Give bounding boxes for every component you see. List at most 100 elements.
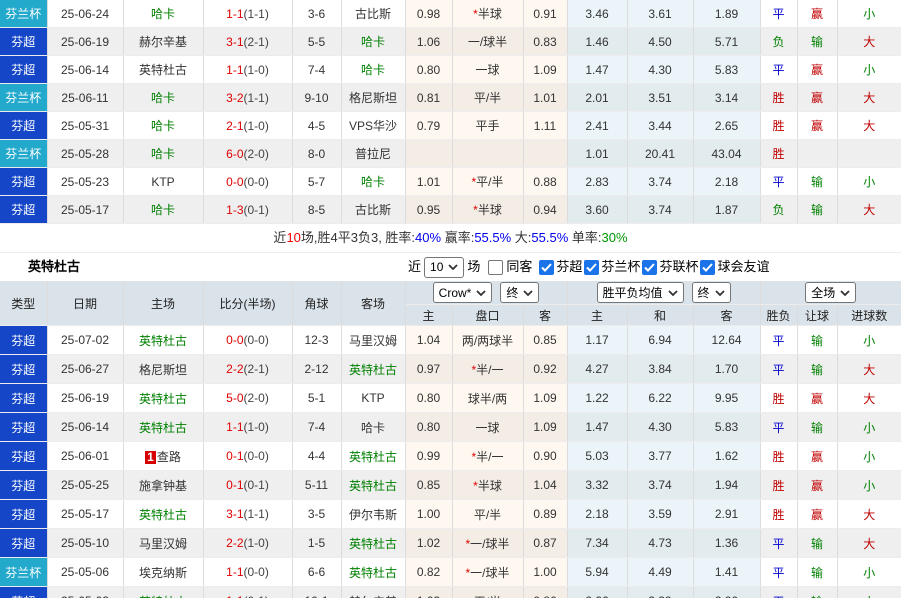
halftime-score: (1-0) xyxy=(244,63,269,77)
fulltime-score[interactable]: 6-0 xyxy=(226,147,243,161)
cell-asia-away-odds: 0.83 xyxy=(523,28,567,56)
fulltime-score[interactable]: 3-1 xyxy=(226,35,243,49)
fulltime-score[interactable]: 3-1 xyxy=(226,507,243,521)
away-team-name[interactable]: 英特杜古 xyxy=(349,479,397,493)
fulltime-score[interactable]: 2-1 xyxy=(226,119,243,133)
cell-asia-home-odds: 0.80 xyxy=(405,384,452,413)
away-team-name[interactable]: 哈卡 xyxy=(361,421,385,435)
cell-result: 胜 xyxy=(760,140,797,168)
corner-score: 5-5 xyxy=(308,35,325,49)
home-team-name[interactable]: 施拿钟基 xyxy=(139,479,187,493)
league-filter-checkbox[interactable] xyxy=(642,260,657,275)
home-team-name[interactable]: 查路 xyxy=(157,450,181,464)
check-icon xyxy=(586,263,597,272)
home-team-name[interactable]: 英特杜古 xyxy=(139,392,187,406)
away-team-name[interactable]: 英特杜古 xyxy=(349,363,397,377)
fulltime-score[interactable]: 0-1 xyxy=(226,478,243,492)
avg-stage-select[interactable]: 终 xyxy=(692,282,731,303)
halftime-score: (1-1) xyxy=(244,507,269,521)
home-team-name[interactable]: KTP xyxy=(151,175,174,189)
col-header-home: 主场 xyxy=(123,281,203,326)
home-team-name[interactable]: 英特杜古 xyxy=(139,508,187,522)
euro-home-odds: 4.27 xyxy=(585,362,608,376)
fulltime-score[interactable]: 1-1 xyxy=(226,7,243,21)
away-team-name[interactable]: 古比斯 xyxy=(355,7,391,21)
cell-handicap xyxy=(452,140,523,168)
handicap-name: 半/一 xyxy=(476,363,503,377)
away-team-name[interactable]: 古比斯 xyxy=(355,203,391,217)
home-team-name[interactable]: 哈卡 xyxy=(151,147,175,161)
odds-stage-select[interactable]: 终 xyxy=(500,282,539,303)
home-team-name[interactable]: 格尼斯坦 xyxy=(139,363,187,377)
away-team-name[interactable]: 哈卡 xyxy=(361,63,385,77)
away-team-name[interactable]: 英特杜古 xyxy=(349,537,397,551)
fulltime-score[interactable]: 0-1 xyxy=(226,449,243,463)
cell-handicap-result: 输 xyxy=(797,196,837,224)
league-filter-checkbox[interactable] xyxy=(700,260,715,275)
cell-away-team: 英特杜古 xyxy=(341,442,405,471)
cell-score: 2-2(1-0) xyxy=(203,529,292,558)
cell-euro-home-odds: 7.34 xyxy=(567,529,627,558)
cell-asia-home-odds: 0.81 xyxy=(405,84,452,112)
home-team-name[interactable]: 赫尔辛基 xyxy=(139,35,187,49)
home-team-name[interactable]: 马里汉姆 xyxy=(139,537,187,551)
euro-draw-odds: 3.74 xyxy=(648,478,671,492)
home-team-name[interactable]: 英特杜古 xyxy=(139,334,187,348)
col-header-euro-home: 主 xyxy=(567,305,627,326)
recent-count-select[interactable]: 10 xyxy=(424,257,464,278)
cell-asia-away-odds: 1.01 xyxy=(523,84,567,112)
away-team-name[interactable]: 赫尔辛基 xyxy=(349,595,397,598)
league-filter-checkbox[interactable] xyxy=(539,260,554,275)
fulltime-score[interactable]: 2-2 xyxy=(226,362,243,376)
home-team-name[interactable]: 哈卡 xyxy=(151,203,175,217)
cell-score: 1-1(0-1) xyxy=(203,587,292,598)
cell-asia-home-odds xyxy=(405,140,452,168)
fulltime-score[interactable]: 1-1 xyxy=(226,63,243,77)
home-team-name[interactable]: 英特杜古 xyxy=(139,595,187,598)
cell-home-team: 哈卡 xyxy=(123,196,203,224)
fulltime-score[interactable]: 5-0 xyxy=(226,391,243,405)
fulltime-score[interactable]: 2-2 xyxy=(226,536,243,550)
fulltime-score[interactable]: 1-3 xyxy=(226,203,243,217)
home-team-name[interactable]: 哈卡 xyxy=(151,119,175,133)
cell-score: 2-2(2-1) xyxy=(203,355,292,384)
away-team-name[interactable]: 普拉尼 xyxy=(355,147,391,161)
home-team-name[interactable]: 埃克纳斯 xyxy=(139,566,187,580)
cell-corners: 12-3 xyxy=(292,326,341,355)
league-filter-checkbox[interactable] xyxy=(584,260,599,275)
avg-type-select[interactable]: 胜平负均值 xyxy=(597,282,684,303)
asia-home-odds: 1.00 xyxy=(417,507,440,521)
fulltime-score[interactable]: 1-1 xyxy=(226,565,243,579)
cell-home-team: 哈卡 xyxy=(123,0,203,28)
away-team-name[interactable]: 英特杜古 xyxy=(349,566,397,580)
home-team-name[interactable]: 哈卡 xyxy=(151,7,175,21)
away-team-name[interactable]: 伊尔韦斯 xyxy=(349,508,397,522)
odds-company-select[interactable]: Crow* xyxy=(433,282,493,303)
fulltime-score[interactable]: 1-1 xyxy=(226,420,243,434)
home-team-name[interactable]: 英特杜古 xyxy=(139,63,187,77)
away-team-name[interactable]: 英特杜古 xyxy=(349,450,397,464)
home-team-name[interactable]: 英特杜古 xyxy=(139,421,187,435)
cell-handicap-result: 赢 xyxy=(797,384,837,413)
away-team-name[interactable]: VPS华沙 xyxy=(349,119,397,133)
cell-date: 25-07-02 xyxy=(47,326,123,355)
fulltime-score[interactable]: 0-0 xyxy=(226,175,243,189)
cell-euro-home-odds: 2.01 xyxy=(567,84,627,112)
scope-select[interactable]: 全场 xyxy=(805,282,856,303)
fulltime-score[interactable]: 1-1 xyxy=(226,594,243,598)
home-team-name[interactable]: 哈卡 xyxy=(151,91,175,105)
fulltime-score[interactable]: 0-0 xyxy=(226,333,243,347)
fulltime-score[interactable]: 3-2 xyxy=(226,91,243,105)
away-team-name[interactable]: 哈卡 xyxy=(361,175,385,189)
cell-away-team: 英特杜古 xyxy=(341,558,405,587)
away-team-name[interactable]: 格尼斯坦 xyxy=(349,91,397,105)
asia-away-odds: 0.83 xyxy=(533,35,556,49)
away-team-name[interactable]: 哈卡 xyxy=(361,35,385,49)
summary-segment: 赢率: xyxy=(441,230,474,245)
same-away-checkbox[interactable] xyxy=(488,260,503,275)
away-team-name[interactable]: 马里汉姆 xyxy=(349,334,397,348)
haka-record-summary: 近10场,胜4平3负3, 胜率:40% 赢率:55.5% 大:55.5% 单率:… xyxy=(0,224,901,253)
cell-away-team: 哈卡 xyxy=(341,168,405,196)
away-team-name[interactable]: KTP xyxy=(361,391,384,405)
handicap-name: 平/半 xyxy=(474,595,501,598)
